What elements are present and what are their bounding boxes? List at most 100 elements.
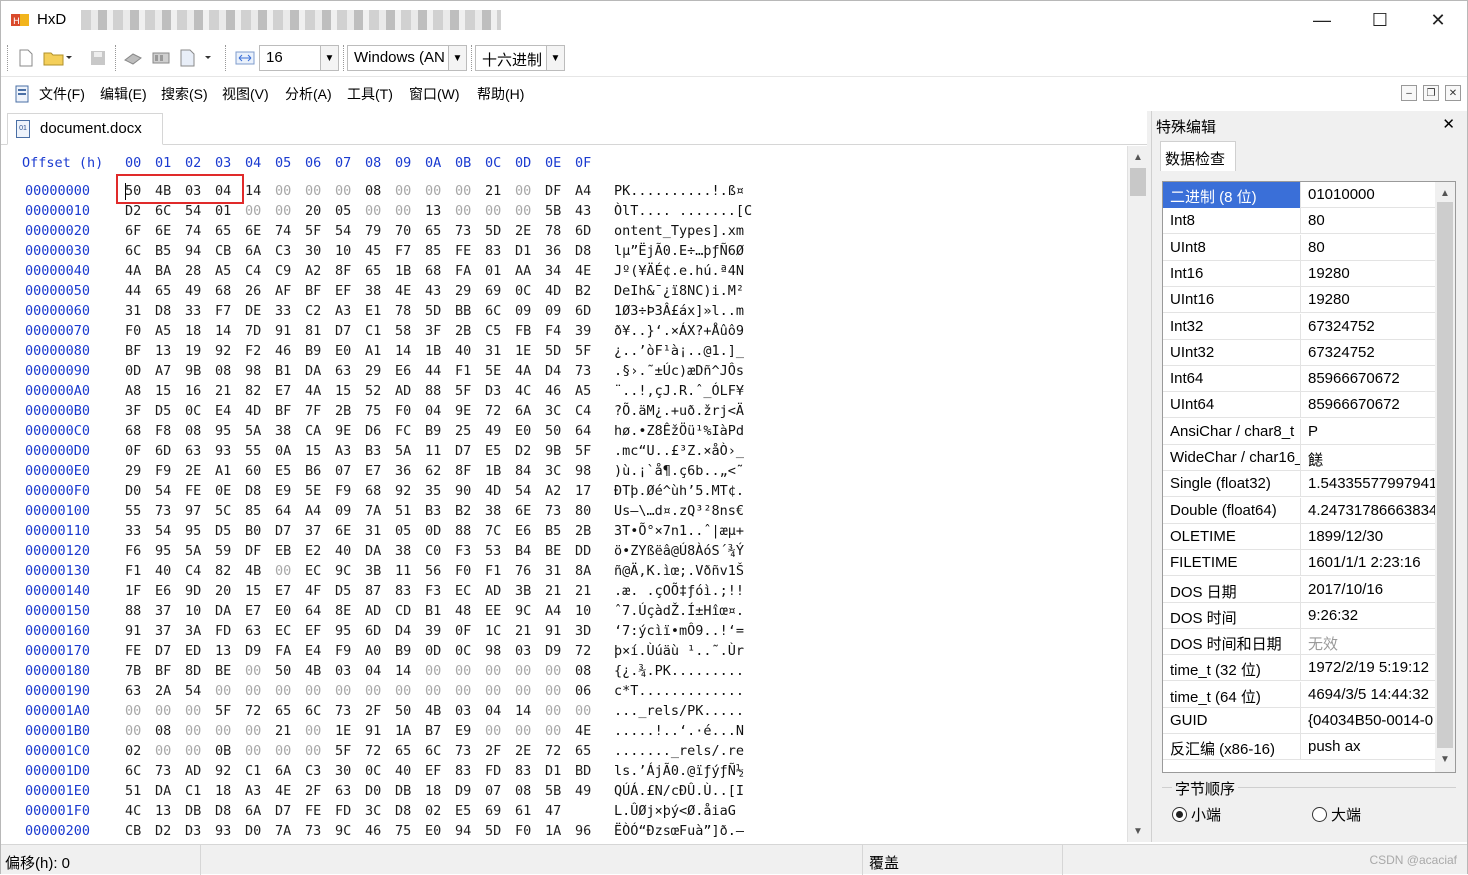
hex-byte[interactable]: 16 <box>185 383 215 399</box>
offset-base-select[interactable]: 十六进制 ▼ <box>475 45 565 71</box>
hex-byte[interactable]: 0D <box>425 523 455 539</box>
hex-byte[interactable]: 5E <box>485 363 515 379</box>
hex-byte[interactable]: 00 <box>485 663 515 679</box>
hex-byte[interactable]: 72 <box>365 743 395 759</box>
hex-byte[interactable]: 72 <box>245 703 275 719</box>
hex-byte[interactable]: E0 <box>425 823 455 839</box>
hex-byte[interactable]: A4 <box>545 603 575 619</box>
hex-byte[interactable]: 64 <box>275 503 305 519</box>
hex-byte[interactable]: 8F <box>335 263 365 279</box>
hex-byte[interactable]: 54 <box>185 203 215 219</box>
hex-byte[interactable]: DE <box>245 303 275 319</box>
hex-byte[interactable]: D8 <box>215 803 245 819</box>
hex-byte[interactable]: 33 <box>125 523 155 539</box>
hex-byte[interactable]: 00 <box>425 683 455 699</box>
hex-byte[interactable]: 08 <box>365 183 395 199</box>
hex-byte[interactable]: F8 <box>155 423 185 439</box>
hex-byte[interactable]: 38 <box>275 423 305 439</box>
hex-byte[interactable]: 59 <box>215 543 245 559</box>
hex-byte[interactable]: 65 <box>575 743 605 759</box>
hex-byte[interactable]: 46 <box>545 383 575 399</box>
hex-bytes-row[interactable]: BF 13 19 92 F2 46 B9 E0 A1 14 1B 40 31 1E 5D 5F <box>125 343 605 359</box>
hex-byte[interactable]: C1 <box>365 323 395 339</box>
hex-byte[interactable]: 2A <box>155 683 185 699</box>
hex-byte[interactable]: 52 <box>365 383 395 399</box>
hex-bytes-row[interactable]: 29 F9 2E A1 60 E5 B6 07 E7 36 62 8F 1B 84 3C 98 <box>125 463 605 479</box>
ascii-text-row[interactable]: .æ. .çOÕ‡ƒóì.;!! <box>614 583 744 599</box>
hex-byte[interactable]: 21 <box>515 623 545 639</box>
hex-byte[interactable]: ED <box>185 643 215 659</box>
hex-byte[interactable]: EC <box>275 623 305 639</box>
hex-byte[interactable]: 47 <box>545 803 575 819</box>
hex-bytes-row[interactable]: 4C 13 DB D8 6A D7 FE FD 3C D8 02 E5 69 61 47 <box>125 803 575 819</box>
hex-byte[interactable]: 0C <box>515 283 545 299</box>
hex-byte[interactable]: 7C <box>485 523 515 539</box>
hex-byte[interactable]: 5B <box>545 203 575 219</box>
hex-byte[interactable]: 00 <box>215 683 245 699</box>
hex-byte[interactable]: 0C <box>185 403 215 419</box>
hex-byte[interactable]: 14 <box>515 703 545 719</box>
hex-byte[interactable]: 64 <box>575 423 605 439</box>
hex-byte[interactable]: 31 <box>125 303 155 319</box>
hex-byte[interactable]: 4D <box>485 483 515 499</box>
inspector-value[interactable]: 80 <box>1301 208 1435 234</box>
hex-bytes-row[interactable]: A8 15 16 21 82 E7 4A 15 52 AD 88 5F D3 4C 46 A5 <box>125 383 605 399</box>
hex-bytes-row[interactable]: F1 40 C4 82 4B 00 EC 9C 3B 11 56 F0 F1 76 31 8A <box>125 563 605 579</box>
hex-byte[interactable]: 21 <box>215 383 245 399</box>
hex-byte[interactable]: 69 <box>485 283 515 299</box>
hex-byte[interactable]: 60 <box>245 463 275 479</box>
hex-byte[interactable]: 8A <box>575 563 605 579</box>
hex-byte[interactable]: 83 <box>395 583 425 599</box>
hex-byte[interactable]: 21 <box>485 183 515 199</box>
hex-byte[interactable]: 3C <box>545 463 575 479</box>
hex-byte[interactable]: 17 <box>575 483 605 499</box>
hex-byte[interactable]: A5 <box>215 263 245 279</box>
hex-byte[interactable]: 44 <box>125 283 155 299</box>
ascii-text-row[interactable]: ontent_Types].xm <box>614 223 744 239</box>
hex-byte[interactable]: C3 <box>305 763 335 779</box>
hex-byte[interactable]: 18 <box>425 783 455 799</box>
hex-byte[interactable]: A4 <box>305 503 335 519</box>
inspector-row[interactable]: AnsiChar / char8_t P <box>1163 418 1435 445</box>
hex-byte[interactable]: 3B <box>515 583 545 599</box>
hex-byte[interactable]: 1B <box>425 343 455 359</box>
hex-byte[interactable]: E4 <box>305 643 335 659</box>
hex-byte[interactable]: D0 <box>245 823 275 839</box>
hex-byte[interactable]: FE <box>125 643 155 659</box>
hex-byte[interactable]: E5 <box>455 803 485 819</box>
hex-byte[interactable]: 04 <box>425 403 455 419</box>
hex-byte[interactable]: 5A <box>395 443 425 459</box>
hex-byte[interactable]: DA <box>215 603 245 619</box>
hex-byte[interactable]: D0 <box>365 783 395 799</box>
maximize-button[interactable]: ☐ <box>1351 1 1409 39</box>
open-disk-button[interactable] <box>121 47 145 69</box>
save-button[interactable] <box>87 47 109 69</box>
hex-byte[interactable]: 9C <box>335 823 365 839</box>
hex-bytes-row[interactable]: 63 2A 54 00 00 00 00 00 00 00 00 00 00 00 00 06 <box>125 683 605 699</box>
hex-byte[interactable]: 92 <box>215 763 245 779</box>
hex-byte[interactable]: 20 <box>215 583 245 599</box>
hex-byte[interactable]: AA <box>515 263 545 279</box>
scrollbar-thumb[interactable] <box>1437 202 1453 748</box>
ascii-text-row[interactable]: .mc“U..£³Z.×åÒ›_ <box>614 443 744 459</box>
inspector-value[interactable]: {04034B50-0014-0 <box>1301 708 1435 734</box>
hex-byte[interactable]: 72 <box>575 643 605 659</box>
hex-byte[interactable]: FD <box>215 623 245 639</box>
hex-byte[interactable]: 73 <box>305 823 335 839</box>
hex-byte[interactable]: 13 <box>425 203 455 219</box>
hex-byte[interactable]: D9 <box>245 643 275 659</box>
hex-byte[interactable]: 14 <box>395 663 425 679</box>
hex-byte[interactable]: 8D <box>185 663 215 679</box>
hex-byte[interactable]: D2 <box>125 203 155 219</box>
inspector-row[interactable]: DOS 日期 2017/10/16 <box>1163 576 1435 603</box>
menu-edit[interactable]: 编辑(E) <box>100 84 147 104</box>
hex-byte[interactable]: DA <box>155 783 185 799</box>
ascii-text-row[interactable]: ..._rels/PK..... <box>614 703 744 719</box>
hex-bytes-row[interactable]: 1F E6 9D 20 15 E7 4F D5 87 83 F3 EC AD 3B 21 21 <box>125 583 605 599</box>
hex-byte[interactable]: E1 <box>365 303 395 319</box>
ascii-text-row[interactable]: ?Õ.äM¿.+uð.žrj<Ä <box>614 403 744 419</box>
hex-byte[interactable]: 38 <box>395 543 425 559</box>
ascii-text-row[interactable]: L.ÛØj×þý<Ø.åiaG <box>614 803 736 819</box>
hex-byte[interactable]: 78 <box>395 303 425 319</box>
hex-byte[interactable]: 54 <box>515 483 545 499</box>
